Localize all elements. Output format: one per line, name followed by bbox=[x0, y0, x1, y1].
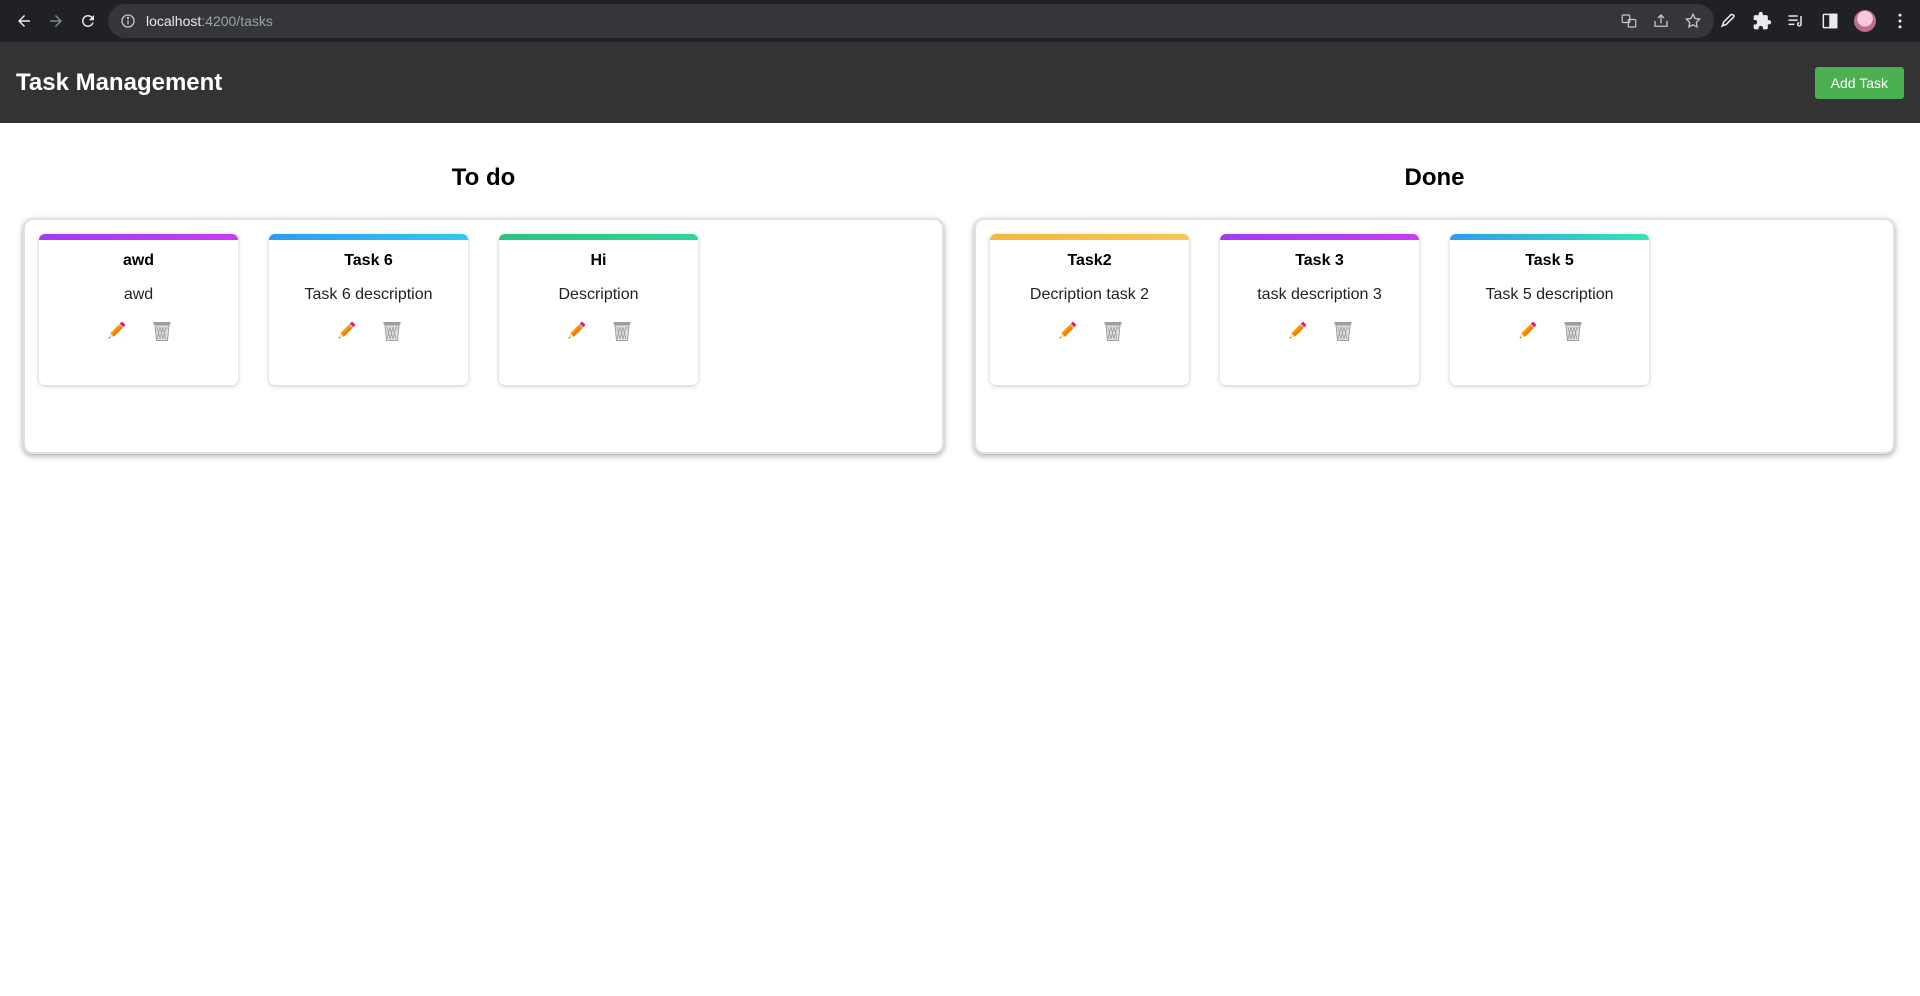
task-title: Task 5 bbox=[1525, 252, 1574, 269]
pencil-icon[interactable] bbox=[1515, 319, 1539, 343]
profile-avatar[interactable] bbox=[1854, 10, 1876, 32]
column-todo: To do awd awd Task 6 Task 6 description … bbox=[23, 163, 944, 454]
task-card[interactable]: Task 3 task description 3 bbox=[1220, 234, 1419, 385]
url-host: localhost bbox=[146, 13, 202, 29]
card-accent-bar bbox=[1450, 234, 1649, 240]
page-title: Task Management bbox=[16, 68, 223, 96]
task-title: Task 6 bbox=[344, 252, 393, 269]
card-accent-bar bbox=[499, 234, 698, 240]
trash-can-icon[interactable] bbox=[150, 319, 174, 343]
task-description: Decription task 2 bbox=[1029, 286, 1150, 303]
card-actions bbox=[1220, 319, 1419, 343]
task-title: Hi bbox=[590, 252, 607, 269]
task-card[interactable]: Task 5 Task 5 description bbox=[1450, 234, 1649, 385]
task-description: awd bbox=[123, 286, 154, 303]
reading-list-icon[interactable] bbox=[1786, 11, 1806, 31]
card-actions bbox=[39, 319, 238, 343]
trash-can-icon[interactable] bbox=[1331, 319, 1355, 343]
column-dropzone[interactable]: awd awd Task 6 Task 6 description Hi Des… bbox=[23, 218, 944, 454]
browser-toolbar: localhost:4200/tasks bbox=[0, 0, 1920, 42]
extensions-puzzle-icon[interactable] bbox=[1752, 11, 1772, 31]
address-bar[interactable]: localhost:4200/tasks bbox=[108, 4, 1714, 38]
translate-icon[interactable] bbox=[1620, 12, 1638, 30]
task-title: Task2 bbox=[1067, 252, 1112, 269]
browser-menu-icon[interactable] bbox=[1890, 11, 1910, 31]
side-panel-icon[interactable] bbox=[1820, 11, 1840, 31]
task-card[interactable]: Task2 Decription task 2 bbox=[990, 234, 1189, 385]
task-description: task description 3 bbox=[1257, 286, 1382, 303]
column-title: To do bbox=[451, 164, 516, 191]
task-description: Task 6 description bbox=[304, 286, 433, 303]
pencil-icon[interactable] bbox=[564, 319, 588, 343]
bookmark-star-icon[interactable] bbox=[1684, 12, 1702, 30]
task-board: To do awd awd Task 6 Task 6 description … bbox=[0, 163, 1920, 454]
card-accent-bar bbox=[990, 234, 1189, 240]
pencil-icon[interactable] bbox=[334, 319, 358, 343]
add-task-button[interactable]: Add Task bbox=[1814, 66, 1904, 99]
card-accent-bar bbox=[269, 234, 468, 240]
trash-can-icon[interactable] bbox=[380, 319, 404, 343]
column-title: Done bbox=[1404, 164, 1465, 191]
share-icon[interactable] bbox=[1652, 12, 1670, 30]
task-card[interactable]: awd awd bbox=[39, 234, 238, 385]
eyedropper-icon[interactable] bbox=[1718, 11, 1738, 31]
trash-can-icon[interactable] bbox=[610, 319, 634, 343]
app-header: Task Management Add Task bbox=[0, 42, 1920, 123]
card-actions bbox=[269, 319, 468, 343]
task-description: Task 5 description bbox=[1485, 286, 1614, 303]
column-done: Done Task2 Decription task 2 Task 3 task… bbox=[974, 163, 1895, 454]
card-accent-bar bbox=[1220, 234, 1419, 240]
pencil-icon[interactable] bbox=[1055, 319, 1079, 343]
column-dropzone[interactable]: Task2 Decription task 2 Task 3 task desc… bbox=[974, 218, 1895, 454]
task-title: Task 3 bbox=[1295, 252, 1344, 269]
task-title: awd bbox=[122, 252, 155, 269]
card-accent-bar bbox=[39, 234, 238, 240]
pencil-icon[interactable] bbox=[104, 319, 128, 343]
card-actions bbox=[990, 319, 1189, 343]
site-info-icon[interactable] bbox=[120, 13, 136, 29]
reload-icon[interactable] bbox=[72, 5, 104, 37]
trash-can-icon[interactable] bbox=[1561, 319, 1585, 343]
forward-arrow-icon[interactable] bbox=[40, 5, 72, 37]
card-actions bbox=[1450, 319, 1649, 343]
url-path: :4200/tasks bbox=[201, 13, 273, 29]
card-actions bbox=[499, 319, 698, 343]
task-card[interactable]: Task 6 Task 6 description bbox=[269, 234, 468, 385]
pencil-icon[interactable] bbox=[1285, 319, 1309, 343]
trash-can-icon[interactable] bbox=[1101, 319, 1125, 343]
back-arrow-icon[interactable] bbox=[8, 5, 40, 37]
task-description: Description bbox=[558, 286, 639, 303]
task-card[interactable]: Hi Description bbox=[499, 234, 698, 385]
